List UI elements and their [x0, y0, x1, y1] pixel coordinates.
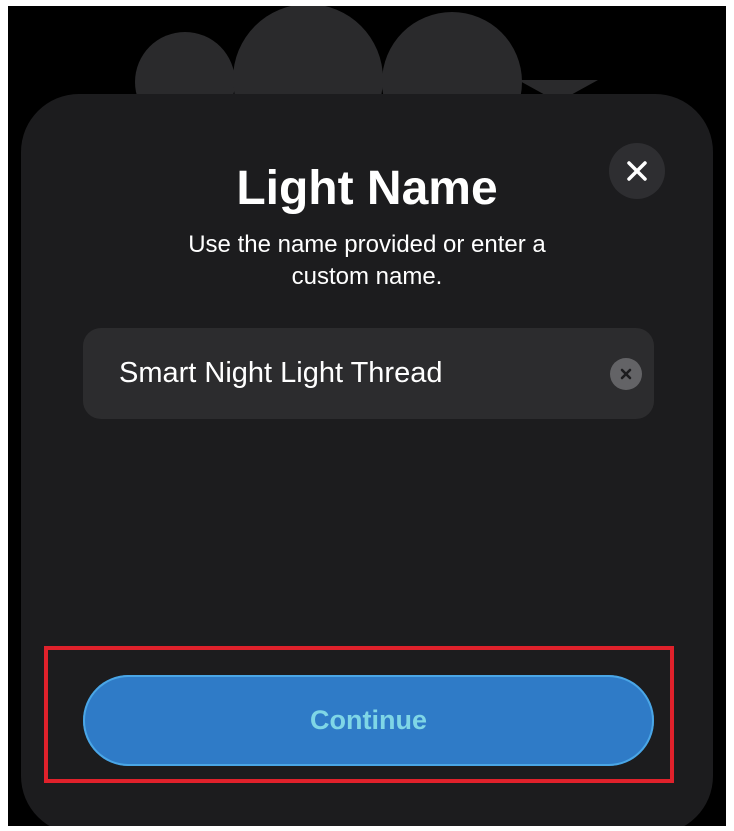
background-triangle-small [436, 76, 468, 92]
continue-button[interactable]: Continue [83, 675, 654, 766]
dialog-subtitle-line-2: custom name. [291, 263, 443, 290]
dialog-subtitle-line-1: Use the name provided or enter a [188, 231, 546, 258]
screen: Light Name Use the name provided or ente… [8, 6, 726, 826]
clear-text-icon [620, 368, 632, 380]
light-name-input[interactable] [119, 328, 589, 419]
dialog-title: Light Name [236, 162, 498, 215]
light-name-field[interactable] [83, 328, 654, 419]
dialog-subtitle: Use the name provided or enter a custom … [8, 229, 726, 293]
clear-text-button[interactable] [610, 358, 642, 390]
